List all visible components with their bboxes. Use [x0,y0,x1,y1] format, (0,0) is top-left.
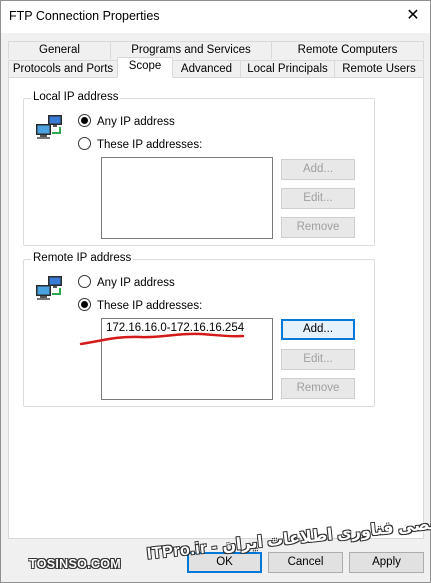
remote-these-ip-radio[interactable]: These IP addresses: [78,298,202,312]
radio-button[interactable] [78,275,91,288]
network-computers-icon [36,115,62,139]
remote-edit-button[interactable]: Edit... [281,349,355,370]
local-these-ip-label: These IP addresses: [97,139,203,151]
title-bar: FTP Connection Properties ✕ [1,1,430,33]
radio-button[interactable] [78,114,91,127]
radio-button[interactable] [78,137,91,150]
tab-protocols-and-ports[interactable]: Protocols and Ports [8,60,118,78]
local-ip-group: Local IP address Any IP address These IP… [23,91,375,246]
tab-remote-computers[interactable]: Remote Computers [271,41,424,59]
remote-any-ip-radio[interactable]: Any IP address [78,275,175,289]
tab-local-principals[interactable]: Local Principals [240,60,335,78]
remote-ip-group-label: Remote IP address [31,252,134,264]
properties-dialog: FTP Connection Properties ✕ General Prog… [0,0,431,583]
remote-these-ip-label: These IP addresses: [97,300,203,312]
local-ip-group-label: Local IP address [31,91,121,103]
window-title: FTP Connection Properties [9,9,160,23]
remote-remove-button[interactable]: Remove [281,378,355,399]
remote-add-button[interactable]: Add... [281,319,355,340]
local-these-ip-radio[interactable]: These IP addresses: [78,137,202,151]
remote-ip-group: Remote IP address Any IP address These I… [23,252,375,407]
local-remove-button[interactable]: Remove [281,217,355,238]
local-any-ip-label: Any IP address [97,116,175,128]
local-any-ip-radio[interactable]: Any IP address [78,114,175,128]
radio-button[interactable] [78,298,91,311]
network-computers-icon [36,276,62,300]
local-ip-list[interactable] [101,157,273,239]
cancel-button[interactable]: Cancel [268,552,343,573]
local-edit-button[interactable]: Edit... [281,188,355,209]
tab-advanced[interactable]: Advanced [172,60,241,78]
watermark-left: TOSINSO.COM [29,557,121,571]
tab-scope[interactable]: Scope [117,57,173,78]
apply-button[interactable]: Apply [349,552,424,573]
remote-ip-list[interactable]: 172.16.16.0-172.16.16.254 [101,318,273,400]
tab-general[interactable]: General [8,41,111,59]
scope-panel: Local IP address Any IP address These IP… [8,77,424,539]
list-item[interactable]: 172.16.16.0-172.16.16.254 [106,322,244,334]
remote-any-ip-label: Any IP address [97,277,175,289]
close-icon[interactable]: ✕ [404,7,422,25]
local-add-button[interactable]: Add... [281,159,355,180]
tab-remote-users[interactable]: Remote Users [334,60,424,78]
